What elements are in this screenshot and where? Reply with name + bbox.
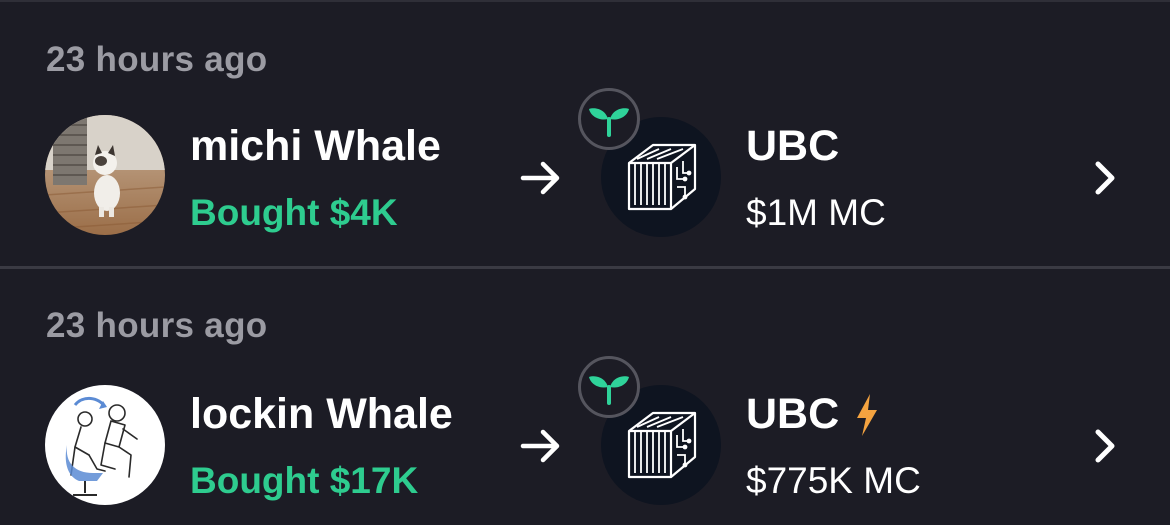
sprout-icon — [589, 376, 629, 405]
wallet-name[interactable]: michi Whale — [190, 122, 441, 171]
wallet-avatar[interactable] — [45, 385, 165, 505]
activity-timestamp: 23 hours ago — [46, 40, 268, 79]
token-ticker[interactable]: UBC — [746, 390, 881, 439]
chevron-right-icon[interactable] — [1090, 158, 1120, 198]
lightning-bolt-icon — [857, 393, 878, 436]
market-cap: $1M MC — [746, 192, 886, 233]
activity-row[interactable]: 23 hours ago — [0, 2, 1170, 266]
wallet-avatar[interactable] — [45, 115, 165, 235]
token-ticker-label: UBC — [746, 122, 840, 170]
sprout-icon — [589, 108, 629, 137]
trade-amount: Bought $4K — [190, 192, 398, 233]
activity-row[interactable]: 23 hours ago — [0, 268, 1170, 525]
chevron-right-icon[interactable] — [1090, 426, 1120, 466]
arrow-right-icon — [520, 161, 560, 195]
token-ticker[interactable]: UBC — [746, 122, 839, 171]
wallet-name[interactable]: lockin Whale — [190, 390, 453, 439]
market-cap: $775K MC — [746, 460, 921, 501]
arrow-right-icon — [520, 429, 560, 463]
activity-timestamp: 23 hours ago — [46, 306, 268, 345]
whale-activity-feed: 23 hours ago michi Whale Bought $4K UBC … — [0, 0, 1170, 525]
sprout-badge — [578, 88, 640, 150]
token-ticker-label: UBC — [746, 390, 840, 438]
sprout-badge — [578, 356, 640, 418]
trade-amount: Bought $17K — [190, 460, 419, 501]
